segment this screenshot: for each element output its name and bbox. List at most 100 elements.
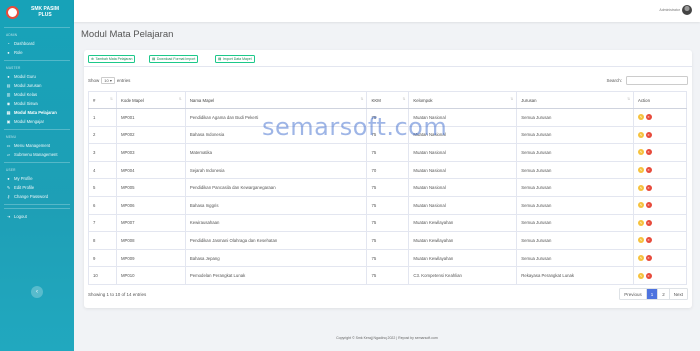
edit-icon[interactable]: ✎: [638, 167, 645, 174]
trash-icon[interactable]: ✕: [645, 255, 652, 262]
sidebar-divider: [4, 208, 70, 209]
sidebar-item-my-profile[interactable]: ● My Profile: [0, 174, 74, 183]
sidebar-item-label: Modul Siswa: [14, 101, 38, 106]
chevron-down-icon: ▾: [109, 78, 112, 83]
edit-icon[interactable]: ✎: [638, 272, 645, 279]
table-row: 7 MP007 Kewirausahaan 75 Muatan Kewilayahan S…: [88, 213, 687, 233]
user-avatar[interactable]: [682, 5, 692, 15]
building-icon: ▥: [6, 92, 11, 97]
show-label: Show: [88, 78, 100, 83]
edit-icon[interactable]: ✎: [638, 219, 645, 226]
column-header-kkm[interactable]: KKM ⇅: [366, 91, 410, 109]
search-input[interactable]: [626, 76, 688, 85]
edit-icon[interactable]: ✎: [638, 255, 645, 262]
download-format-button[interactable]: ▤ Download Format Import: [149, 55, 199, 63]
sidebar-item-submenu-management[interactable]: ▱ Submenu Management: [0, 150, 74, 159]
sidebar-item-label: Edit Profile: [14, 185, 35, 190]
cell-number: 1: [88, 108, 117, 127]
sidebar-divider: [4, 162, 70, 163]
sidebar-item-modul-jurusan[interactable]: ▤ Modul Jurusan: [0, 81, 74, 90]
trash-icon[interactable]: ✕: [645, 114, 652, 121]
entries-select-value: 10: [104, 78, 109, 83]
trash-icon[interactable]: ✕: [645, 272, 652, 279]
column-header-kode-mapel[interactable]: Kode Mapel ⇅: [115, 91, 186, 109]
sidebar-item-modul-guru[interactable]: ● Modul Guru: [0, 72, 74, 81]
sidebar-item-role[interactable]: ● Role: [0, 48, 74, 57]
cell-action: ✎ ✕: [633, 125, 687, 145]
edit-icon[interactable]: ✎: [638, 149, 645, 156]
sidebar-toggle-button[interactable]: ‹: [31, 286, 43, 298]
column-header-number[interactable]: # ⇅: [88, 91, 117, 109]
add-subject-button[interactable]: ⊕ Tambah Mata Pelajaran: [88, 55, 136, 63]
topbar: Administrator: [74, 0, 700, 22]
cell-action: ✎ ✕: [633, 248, 687, 268]
sidebar-item-logout[interactable]: ⇥ Logout: [0, 212, 74, 221]
column-header-action[interactable]: Action: [633, 91, 687, 109]
edit-icon[interactable]: ✎: [638, 237, 645, 244]
trash-icon[interactable]: ✕: [645, 131, 652, 138]
cell-kelompok: Muatan Kewilayahan: [408, 248, 518, 268]
cell-jurusan: Semua Jurusan: [516, 178, 635, 197]
edit-icon[interactable]: ✎: [638, 184, 645, 191]
cell-jurusan: Semua Jurusan: [516, 160, 635, 180]
trash-icon[interactable]: ✕: [645, 184, 652, 191]
trash-icon[interactable]: ✕: [645, 202, 652, 209]
column-header-label: #: [93, 97, 96, 103]
search: Search:: [606, 76, 688, 85]
school-logo-icon: [6, 5, 19, 19]
edit-icon[interactable]: ✎: [638, 131, 645, 138]
sidebar-item-modul-siswa[interactable]: ◉ Modul Siswa: [0, 99, 74, 108]
sidebar-item-modul-mata-pelajaran[interactable]: ▤ Modul Mata Pelajaran: [0, 108, 74, 117]
edit-icon[interactable]: ✎: [638, 114, 645, 121]
column-header-kelompok[interactable]: Kelompok ⇅: [408, 91, 518, 109]
import-data-label: Import Data Mapel: [222, 57, 252, 61]
trash-icon[interactable]: ✕: [645, 237, 652, 244]
cell-action: ✎ ✕: [633, 231, 687, 250]
sidebar-item-label: Modul Guru: [14, 74, 36, 79]
page-button[interactable]: 2: [658, 289, 670, 299]
cell-number: 2: [88, 125, 117, 145]
sort-icon: ⇅: [110, 97, 113, 101]
cell-jurusan: Semua Jurusan: [516, 231, 635, 250]
cell-action: ✎ ✕: [633, 160, 687, 180]
footer: Copyright © Smk Kerajj Ngadinq 2022 | Re…: [336, 336, 438, 340]
cell-kode-mapel: MP005: [115, 178, 186, 197]
user-name[interactable]: Administrator: [659, 8, 680, 12]
sidebar-item-menu-management[interactable]: ▭ Menu Management: [0, 141, 74, 150]
trash-icon[interactable]: ✕: [645, 167, 652, 174]
column-header-nama-mapel[interactable]: Nama Mapel ⇅: [184, 91, 368, 109]
sidebar-divider: [4, 204, 70, 205]
sidebar-item-modul-mengajar[interactable]: ▣ Modul Mengajar: [0, 117, 74, 126]
sidebar-item-edit-profile[interactable]: ✎ Edit Profile: [0, 183, 74, 192]
column-header-label: Kelompok: [413, 97, 433, 103]
column-header-jurusan[interactable]: Jurusan ⇅: [516, 91, 635, 109]
cell-number: 6: [88, 195, 117, 215]
sidebar-heading: ADMIN: [6, 33, 18, 37]
next-page-button[interactable]: Next: [670, 289, 687, 299]
import-data-button[interactable]: ▤ Import Data Mapel: [215, 55, 255, 63]
sidebar-item-label: Submenu Management: [14, 152, 58, 157]
trash-icon[interactable]: ✕: [645, 219, 652, 226]
brand[interactable]: SMK PASIM PLUS: [0, 0, 74, 24]
trash-icon[interactable]: ✕: [645, 149, 652, 156]
table-header-row: # ⇅ Kode Mapel ⇅ Nama Mapel ⇅ KKM ⇅ Kelompok ⇅ Jur…: [88, 91, 687, 109]
cell-kkm: 70: [366, 160, 410, 180]
cell-number: 9: [88, 248, 117, 268]
edit-icon[interactable]: ✎: [638, 202, 645, 209]
page-button[interactable]: 1: [646, 289, 659, 299]
sort-icon: ⇅: [360, 97, 364, 101]
cell-action: ✎ ✕: [633, 213, 687, 233]
book-icon: ▤: [6, 110, 11, 115]
previous-page-button[interactable]: Previous: [620, 289, 647, 299]
sidebar-item-modul-kelas[interactable]: ▥ Modul Kelas: [0, 90, 74, 99]
sidebar-item-dashboard[interactable]: ◔ Dashboard: [0, 39, 74, 48]
cell-jurusan: Semua Jurusan: [516, 125, 635, 145]
sidebar-item-change-password[interactable]: ⚷ Change Password: [0, 192, 74, 201]
entries-select[interactable]: 10 ▾: [101, 77, 115, 84]
sidebar-item-label: Role: [14, 50, 23, 55]
user-icon: ●: [7, 176, 10, 181]
table-row: 4 MP004 Sejarah Indonesia 70 Muatan Nasional…: [88, 160, 687, 180]
content-card: ⊕ Tambah Mata Pelajaran ▤ Download Format …: [84, 50, 692, 308]
sidebar-divider: [4, 60, 70, 61]
pagination: Previous 1 2 Next: [619, 288, 688, 300]
